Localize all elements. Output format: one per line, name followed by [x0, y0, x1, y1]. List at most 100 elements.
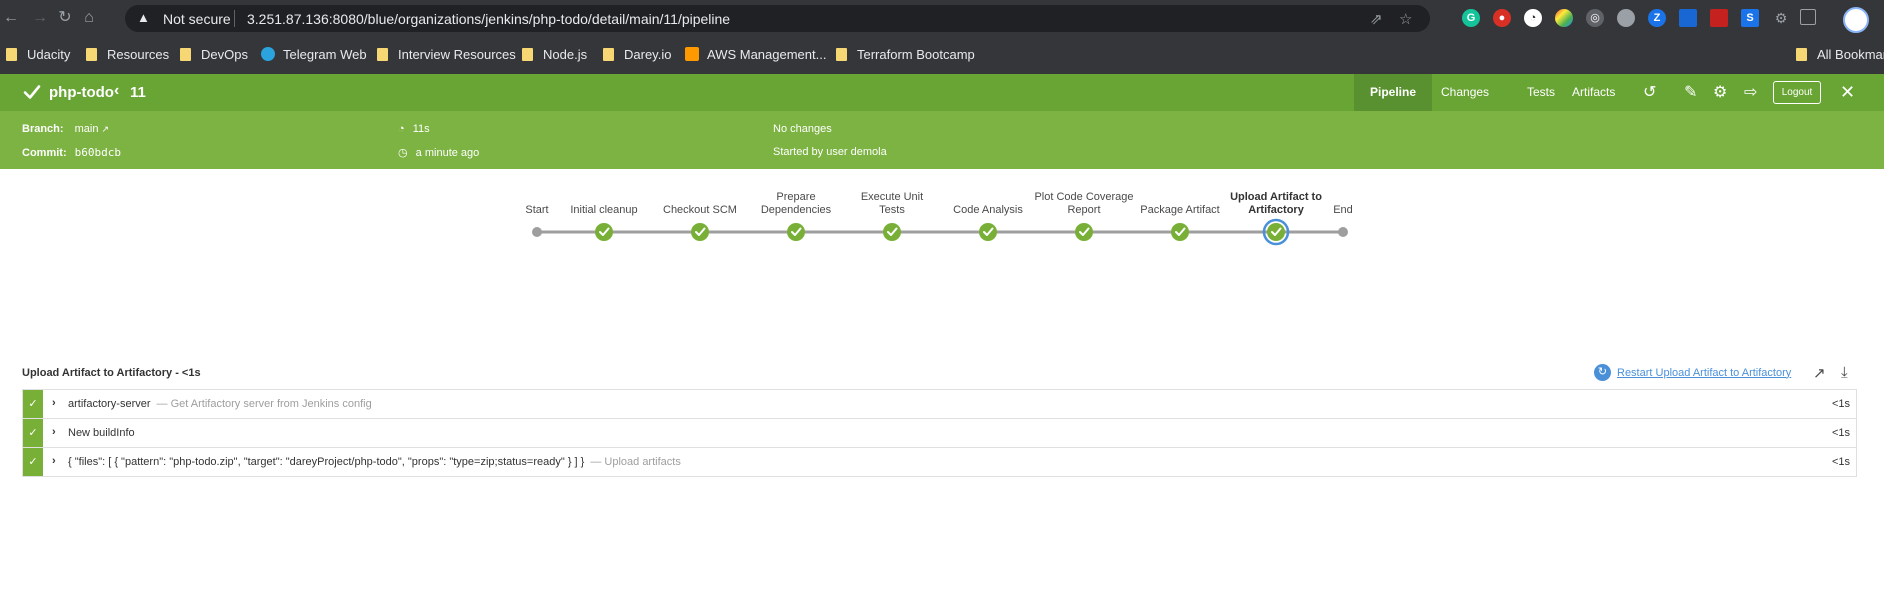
step-description: — Upload artifacts [590, 456, 681, 468]
warning-icon[interactable]: ▲ [137, 10, 150, 25]
bookmark-label: Udacity [27, 46, 71, 62]
bookmark-aws[interactable]: AWS Management... [685, 45, 826, 63]
pipeline-graph: Start Initial cleanup Checkout SCM Prepare … [0, 169, 1884, 259]
bookmark-terraform[interactable]: Terraform Bootcamp [836, 45, 975, 63]
chevron-right-icon[interactable]: › [52, 426, 56, 438]
forward-icon[interactable]: → [31, 9, 49, 27]
rerun-icon[interactable]: ↺ [1643, 84, 1656, 101]
avatar[interactable] [1843, 7, 1869, 33]
stage-success-node[interactable] [595, 223, 613, 241]
step-row[interactable]: ✓ › { "files": [ { "pattern": "php-todo.… [22, 448, 1857, 477]
gear-icon[interactable]: ⚙ [1713, 84, 1727, 101]
step-success-icon: ✓ [23, 448, 43, 476]
restart-stage-button[interactable]: ↻ Restart Upload Artifact to Artifactory [1594, 364, 1791, 381]
stage-success-node[interactable] [1075, 223, 1093, 241]
stage-node-code-analysis[interactable] [979, 223, 997, 241]
stage-success-node[interactable] [691, 223, 709, 241]
step-success-icon: ✓ [23, 390, 43, 418]
project-name[interactable]: php-todo [49, 84, 114, 101]
edit-icon[interactable]: ✎ [1684, 84, 1697, 101]
stage-success-node[interactable] [1267, 223, 1285, 241]
time-info: ◷ a minute ago [398, 146, 479, 159]
external-link-icon[interactable]: ↗ [102, 124, 110, 134]
bookmark-label: Interview Resources [398, 46, 516, 62]
aws-icon [685, 47, 699, 61]
restart-icon: ↻ [1594, 364, 1611, 381]
bookmark-telegram[interactable]: Telegram Web [261, 45, 367, 63]
stage-details-title: Upload Artifact to Artifactory - <1s [22, 367, 201, 379]
bookmark-nodejs[interactable]: Node.js [522, 45, 587, 63]
grammarly-icon[interactable]: G [1462, 9, 1480, 27]
clock-icon: ◷ [398, 147, 408, 159]
stage-node-start [532, 227, 542, 237]
branch-value[interactable]: main [75, 123, 99, 135]
stage-node-execute-unit-tests[interactable] [883, 223, 901, 241]
open-in-new-icon[interactable]: ↗ [1813, 364, 1826, 382]
extension-icon[interactable] [1679, 9, 1697, 27]
stage-success-node[interactable] [787, 223, 805, 241]
stage-node-upload-artifact-to-artifactory[interactable] [1262, 218, 1290, 246]
bookmark-resources[interactable]: Resources [86, 45, 169, 63]
tab-artifacts[interactable]: Artifacts [1556, 74, 1631, 111]
extension-icon[interactable]: ◔ [1524, 9, 1542, 27]
branch-info: Branch: main ↗ [22, 123, 109, 135]
close-icon[interactable]: ✕ [1840, 83, 1855, 101]
bookmark-devops[interactable]: DevOps [180, 45, 248, 63]
restart-stage-label[interactable]: Restart Upload Artifact to Artifactory [1617, 367, 1791, 379]
folder-icon [180, 47, 191, 61]
bookmarks-bar: Udacity Resources DevOps Telegram Web In… [0, 36, 1884, 75]
bookmark-dareyio[interactable]: Darey.io [603, 45, 671, 63]
extension-icon[interactable]: ◎ [1586, 9, 1604, 27]
step-list: ✓ › artifactory-server — Get Artifactory … [22, 389, 1857, 477]
bookmark-star-icon[interactable]: ☆ [1399, 10, 1412, 28]
color-picker-icon[interactable] [1555, 9, 1573, 27]
chevron-right-icon[interactable]: › [52, 455, 56, 467]
chevron-right-icon[interactable]: › [52, 397, 56, 409]
reload-icon[interactable]: ↻ [56, 9, 74, 27]
puzzle-icon[interactable]: ⚙ [1772, 9, 1790, 27]
commit-info: Commit: b60bdcb [22, 146, 121, 159]
changes-info: No changes [773, 123, 832, 135]
stage-node-initial-cleanup[interactable] [595, 223, 613, 241]
tab-pipeline[interactable]: Pipeline [1354, 74, 1433, 111]
stage-success-node[interactable] [979, 223, 997, 241]
side-panel-icon[interactable] [1800, 9, 1816, 25]
address-bar[interactable]: ▲ Not secure 3.251.87.136:8080/blue/orga… [125, 5, 1430, 32]
stage-node-prepare-dependencies[interactable] [787, 223, 805, 241]
security-label[interactable]: Not secure [163, 11, 231, 27]
home-icon[interactable]: ⌂ [80, 9, 98, 27]
download-icon[interactable]: ⤓ [1841, 364, 1848, 381]
bookmark-interview-resources[interactable]: Interview Resources [377, 45, 516, 63]
step-row[interactable]: ✓ › artifactory-server — Get Artifactory … [22, 389, 1857, 419]
logout-button[interactable]: Logout [1773, 81, 1821, 104]
step-row[interactable]: ✓ › New buildInfo <1s [22, 419, 1857, 448]
s-extension-icon[interactable]: S [1741, 9, 1759, 27]
all-bookmarks[interactable]: All Bookmar [1796, 45, 1884, 63]
stage-success-node[interactable] [1171, 223, 1189, 241]
url-text[interactable]: 3.251.87.136:8080/blue/organizations/jen… [247, 11, 730, 27]
bookmark-udacity[interactable]: Udacity [6, 45, 70, 63]
stage-node-package-artifact[interactable] [1171, 223, 1189, 241]
bookmark-label: AWS Management... [707, 46, 827, 62]
step-description: — Get Artifactory server from Jenkins co… [156, 398, 372, 410]
stage-node-plot-code-coverage-report[interactable] [1075, 223, 1093, 241]
z-extension-icon[interactable]: Z [1648, 9, 1666, 27]
extension-icon[interactable] [1710, 9, 1728, 27]
share-icon[interactable]: ⇗ [1370, 10, 1383, 28]
folder-icon [377, 47, 388, 61]
extension-icon[interactable] [1617, 9, 1635, 27]
extension-icon[interactable]: ● [1493, 9, 1511, 27]
tab-changes[interactable]: Changes [1425, 74, 1505, 111]
step-text: artifactory-server — Get Artifactory serv… [68, 398, 372, 410]
stage-node-checkout-scm[interactable] [691, 223, 709, 241]
back-icon[interactable]: ← [2, 9, 20, 27]
step-duration: <1s [1831, 398, 1850, 410]
stage-label: Upload Artifact to Artifactory [1230, 191, 1322, 216]
stage-success-node[interactable] [883, 223, 901, 241]
chevron-left-icon[interactable]: ‹ [114, 82, 119, 100]
run-number: 11 [130, 84, 146, 101]
timer-icon: ◔ [398, 123, 405, 135]
exit-to-classic-icon[interactable]: ⇨ [1744, 84, 1757, 101]
bookmark-label: Terraform Bootcamp [857, 46, 975, 62]
time-ago-value: a minute ago [415, 147, 480, 159]
